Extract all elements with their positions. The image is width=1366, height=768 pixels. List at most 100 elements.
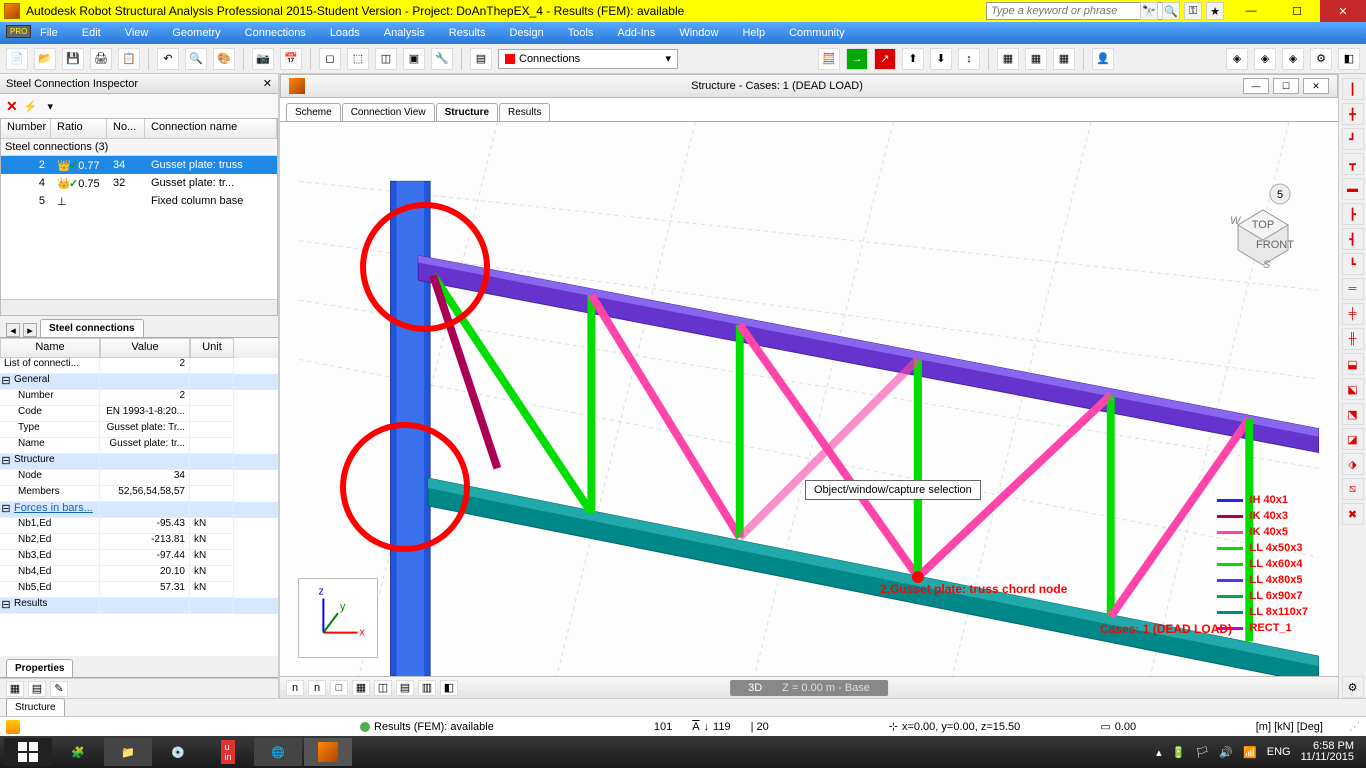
new-icon[interactable]: 📄: [6, 48, 28, 70]
connections-list[interactable]: Steel connections (3) 2 👑✓0.77 34 Gusset…: [1, 139, 277, 299]
view-btn-3[interactable]: □: [330, 680, 348, 696]
screenshot-icon[interactable]: 📷: [252, 48, 274, 70]
rt-icon-16[interactable]: ⬗: [1342, 453, 1364, 475]
tab-structure-lower[interactable]: Structure: [6, 698, 65, 717]
tab-steel-connections[interactable]: Steel connections: [40, 319, 144, 337]
resize-grip-icon[interactable]: ⋰: [1349, 720, 1360, 733]
tray-up-icon[interactable]: ▴: [1156, 746, 1162, 759]
view-mode-3d[interactable]: 3D: [748, 682, 762, 694]
menu-results[interactable]: Results: [449, 27, 486, 39]
tray-wifi-icon[interactable]: 📶: [1243, 746, 1257, 759]
menu-design[interactable]: Design: [509, 27, 543, 39]
star-icon[interactable]: ★: [1206, 2, 1224, 20]
property-row[interactable]: Node34: [0, 470, 278, 486]
taskbar-unikey[interactable]: uin: [204, 738, 252, 766]
rt-icon-14[interactable]: ⬔: [1342, 403, 1364, 425]
key-icon[interactable]: ⚿: [1184, 2, 1202, 20]
tray-volume-icon[interactable]: 🔊: [1219, 746, 1233, 759]
tab-results[interactable]: Results: [499, 103, 550, 121]
tray-lang[interactable]: ENG: [1267, 746, 1291, 758]
rt-icon-12[interactable]: ⬓: [1342, 353, 1364, 375]
viewport-canvas[interactable]: Object/window/capture selection 5 TOP FR…: [280, 122, 1338, 676]
rt-icon-7[interactable]: ┫: [1342, 228, 1364, 250]
rt-icon-settings[interactable]: ⚙: [1342, 676, 1364, 698]
palette-icon[interactable]: 🎨: [213, 48, 235, 70]
property-row[interactable]: ⊟General: [0, 374, 278, 390]
system-tray[interactable]: ▴ 🔋 🏳 🔊 📶 ENG 6:58 PM 11/11/2015: [1156, 741, 1362, 763]
rt-icon-3[interactable]: ┛: [1342, 128, 1364, 150]
section-icon[interactable]: ◈: [1226, 48, 1248, 70]
viewport-minimize[interactable]: —: [1243, 78, 1269, 94]
taskbar-app-1[interactable]: 🧩: [54, 738, 102, 766]
rt-icon-17[interactable]: ⧅: [1342, 478, 1364, 500]
axis-triad[interactable]: z x y: [298, 578, 378, 658]
property-row[interactable]: ⊟Results: [0, 598, 278, 614]
cube-icon[interactable]: ◫: [375, 48, 397, 70]
col-prop-unit[interactable]: Unit: [190, 338, 234, 358]
connection-row[interactable]: 2 👑✓0.77 34 Gusset plate: truss: [1, 156, 277, 174]
person-icon[interactable]: 👤: [1092, 48, 1114, 70]
wrench-icon[interactable]: 🔧: [431, 48, 453, 70]
tray-date[interactable]: 11/11/2015: [1301, 752, 1354, 763]
menu-view[interactable]: View: [125, 27, 149, 39]
tray-battery-icon[interactable]: 🔋: [1172, 746, 1186, 759]
table2-icon[interactable]: ▦: [1025, 48, 1047, 70]
rt-icon-4[interactable]: ┳: [1342, 153, 1364, 175]
col-prop-name[interactable]: Name: [0, 338, 100, 358]
binoculars-icon[interactable]: 🔭: [1140, 2, 1158, 20]
property-row[interactable]: Nb1,Ed-95.43kN: [0, 518, 278, 534]
support-icon[interactable]: ⬇: [930, 48, 952, 70]
layout-icon[interactable]: ▤: [470, 48, 492, 70]
viewport-close[interactable]: ✕: [1303, 78, 1329, 94]
select-window-icon[interactable]: ⬚: [347, 48, 369, 70]
tab-scheme[interactable]: Scheme: [286, 103, 341, 121]
view-btn-1[interactable]: n: [286, 680, 304, 696]
rt-icon-18[interactable]: ✖: [1342, 503, 1364, 525]
connection-row[interactable]: 4 👑✓0.75 32 Gusset plate: tr...: [1, 174, 277, 192]
property-row[interactable]: ⊟Forces in bars...: [0, 502, 278, 518]
property-row[interactable]: Nb4,Ed20.10kN: [0, 566, 278, 582]
col-no[interactable]: No...: [107, 119, 145, 138]
list-icon[interactable]: ▤: [28, 681, 46, 697]
view-btn-4[interactable]: ▦: [352, 680, 370, 696]
view-btn-5[interactable]: ◫: [374, 680, 392, 696]
connections-group[interactable]: Steel connections (3): [1, 139, 277, 156]
grid-icon[interactable]: ▦: [6, 681, 24, 697]
menu-window[interactable]: Window: [679, 27, 718, 39]
property-row[interactable]: ⊟Structure: [0, 454, 278, 470]
menu-analysis[interactable]: Analysis: [384, 27, 425, 39]
property-row[interactable]: CodeEN 1993-1-8:20...: [0, 406, 278, 422]
tab-connection-view[interactable]: Connection View: [342, 103, 435, 121]
section3-icon[interactable]: ◈: [1282, 48, 1304, 70]
rt-icon-5[interactable]: ▬: [1342, 178, 1364, 200]
table3-icon[interactable]: ▦: [1053, 48, 1075, 70]
undo-icon[interactable]: ↶: [157, 48, 179, 70]
menu-loads[interactable]: Loads: [330, 27, 360, 39]
tab-properties[interactable]: Properties: [6, 659, 73, 677]
table-icon[interactable]: ▦: [997, 48, 1019, 70]
save-icon[interactable]: 💾: [62, 48, 84, 70]
menu-file[interactable]: File: [40, 27, 58, 39]
menu-community[interactable]: Community: [789, 27, 845, 39]
zoom-icon[interactable]: 🔍: [185, 48, 207, 70]
view-btn-2[interactable]: n: [308, 680, 326, 696]
more-icon[interactable]: ◧: [1338, 48, 1360, 70]
menu-tools[interactable]: Tools: [568, 27, 594, 39]
menu-addins[interactable]: Add-Ins: [617, 27, 655, 39]
property-row[interactable]: List of connecti...2: [0, 358, 278, 374]
taskbar-app-2[interactable]: 💿: [154, 738, 202, 766]
tab-structure[interactable]: Structure: [436, 103, 498, 121]
taskbar-explorer[interactable]: 📁: [104, 738, 152, 766]
col-number[interactable]: Number: [1, 119, 51, 138]
rt-icon-15[interactable]: ◪: [1342, 428, 1364, 450]
select-icon[interactable]: ◻: [319, 48, 341, 70]
rt-icon-2[interactable]: ╋: [1342, 103, 1364, 125]
property-row[interactable]: Nb3,Ed-97.44kN: [0, 550, 278, 566]
view-btn-6[interactable]: ▤: [396, 680, 414, 696]
taskbar-robot[interactable]: [304, 738, 352, 766]
start-button[interactable]: [4, 738, 52, 766]
tray-flag-icon[interactable]: 🏳: [1195, 746, 1209, 759]
rt-icon-6[interactable]: ┣: [1342, 203, 1364, 225]
menu-connections[interactable]: Connections: [245, 27, 306, 39]
tab-nav-left[interactable]: ◂: [6, 323, 20, 337]
